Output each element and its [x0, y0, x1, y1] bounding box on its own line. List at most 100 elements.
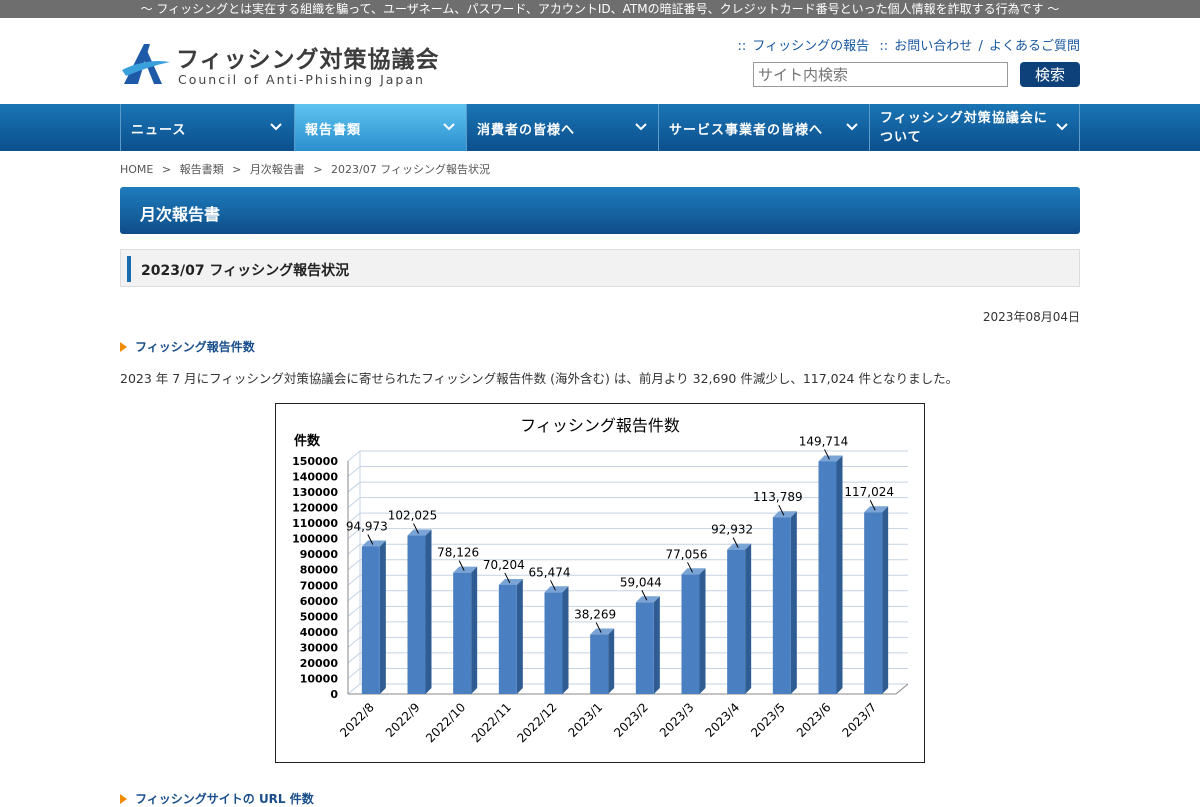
data-label: 94,973	[346, 519, 388, 533]
breadcrumb-reports[interactable]: 報告書類	[180, 163, 224, 176]
section-heading-urls: フィッシングサイトの URL 件数	[120, 790, 314, 807]
bar	[727, 549, 746, 694]
nav-about[interactable]: フィッシング対策協議会について	[869, 104, 1079, 151]
bar-side	[608, 628, 615, 694]
section-title: フィッシング報告件数	[135, 340, 255, 354]
article-heading: 2023/07 フィッシング報告状況	[120, 249, 1080, 287]
bar-side	[516, 578, 523, 694]
nav-reports[interactable]: 報告書類	[294, 104, 466, 151]
breadcrumb: HOME > 報告書類 > 月次報告書 > 2023/07 フィッシング報告状況	[120, 161, 490, 177]
data-label: 78,126	[437, 546, 479, 560]
data-label: 117,024	[844, 485, 894, 499]
section-heading-reports: フィッシング報告件数	[120, 338, 255, 355]
bar-side	[699, 568, 706, 694]
triangle-bullet-icon	[120, 794, 127, 804]
y-tick-label: 0	[330, 688, 338, 701]
header-links: :: フィッシングの報告 :: お問い合わせ / よくあるご質問	[735, 35, 1080, 54]
faq-link[interactable]: よくあるご質問	[989, 39, 1080, 54]
site-logo[interactable]: フィッシング対策協議会 Council of Anti-Phishing Jap…	[120, 40, 439, 90]
bar	[498, 584, 517, 694]
y-tick-label: 30000	[300, 641, 339, 654]
gridline-side	[347, 605, 361, 617]
nav-news[interactable]: ニュース	[120, 104, 293, 151]
heading-accent-bar	[127, 256, 131, 282]
y-tick-label: 110000	[292, 517, 338, 530]
report-link[interactable]: フィッシングの報告	[752, 39, 869, 54]
bar	[407, 535, 426, 694]
y-tick-label: 70000	[300, 579, 339, 592]
y-tick-label: 140000	[292, 471, 338, 484]
search-button[interactable]: 検索	[1020, 62, 1080, 87]
floor-right-edge	[895, 683, 909, 695]
bar	[361, 546, 380, 694]
nav-label: サービス事業者の皆様へ	[669, 123, 824, 138]
data-label: 113,789	[753, 490, 803, 504]
bar-side	[790, 511, 797, 694]
logo-mark-icon	[122, 44, 170, 84]
y-tick-label: 20000	[300, 657, 339, 670]
chevron-down-icon	[270, 123, 282, 131]
y-tick-label: 40000	[300, 626, 339, 639]
gridline-side	[347, 497, 361, 508]
x-tick-label: 2022/10	[423, 700, 468, 745]
chevron-down-icon	[635, 123, 647, 131]
summary-paragraph: 2023 年 7 月にフィッシング対策協議会に寄せられたフィッシング報告件数 (…	[120, 371, 959, 386]
nav-service-providers[interactable]: サービス事業者の皆様へ	[658, 104, 869, 151]
top-banner: 〜 フィッシングとは実在する組織を騙って、ユーザネーム、パスワード、アカウントI…	[0, 0, 1200, 18]
bar-side	[882, 506, 889, 694]
nav-label: 消費者の皆様へ	[477, 123, 576, 138]
chart-canvas: 0 10000 20000 30000 40000 50000 60000 70000 8000…	[292, 416, 909, 745]
gridline-side	[347, 683, 361, 695]
article-title: 2023/07 フィッシング報告状況	[141, 263, 350, 279]
x-tick-label: 2022/9	[383, 700, 423, 740]
chart-title: フィッシング報告件数	[520, 416, 680, 435]
site-header: フィッシング対策協議会 Council of Anti-Phishing Jap…	[0, 18, 1200, 104]
gridline-side	[347, 574, 361, 586]
y-tick-label: 130000	[292, 486, 338, 499]
breadcrumb-monthly[interactable]: 月次報告書	[250, 163, 305, 176]
link-separator: /	[978, 39, 983, 54]
x-tick-label: 2022/12	[514, 700, 559, 745]
link-marker: ::	[737, 39, 747, 54]
y-tick-label: 90000	[300, 548, 339, 561]
page-title-band: 月次報告書	[120, 187, 1080, 234]
nav-label: 報告書類	[305, 123, 362, 138]
bar-side	[471, 566, 478, 694]
data-label: 149,714	[799, 434, 849, 448]
bar-side	[836, 455, 843, 694]
x-tick-label: 2023/4	[703, 700, 743, 740]
logo-title: フィッシング対策協議会	[176, 47, 440, 73]
x-tick-label: 2023/6	[794, 700, 834, 740]
breadcrumb-separator: >	[161, 163, 172, 176]
x-tick-label: 2022/11	[469, 700, 514, 745]
bar	[864, 512, 883, 694]
contact-link[interactable]: お問い合わせ	[894, 39, 972, 54]
bar	[818, 461, 837, 694]
data-label: 59,044	[620, 575, 662, 589]
gridline-side	[347, 450, 361, 462]
link-marker: ::	[879, 39, 889, 54]
nav-label: フィッシング対策協議会について	[880, 111, 1048, 145]
report-count-chart: 0 10000 20000 30000 40000 50000 60000 70000 8000…	[275, 403, 925, 763]
triangle-bullet-icon	[120, 342, 127, 352]
x-tick-label: 2023/7	[840, 700, 880, 740]
data-label: 77,056	[666, 547, 708, 561]
logo-subtitle: Council of Anti-Phishing Japan	[178, 72, 425, 87]
breadcrumb-home[interactable]: HOME	[120, 163, 153, 176]
bar	[453, 572, 472, 694]
y-tick-label: 120000	[292, 502, 338, 515]
nav-consumers[interactable]: 消費者の皆様へ	[466, 104, 658, 151]
gridline-side	[347, 652, 361, 664]
y-tick-label: 80000	[300, 564, 339, 577]
data-label: 38,269	[574, 608, 616, 622]
chevron-down-icon	[443, 123, 455, 131]
bar-side	[653, 596, 660, 694]
x-tick-label: 2023/5	[748, 700, 788, 740]
bar	[681, 574, 700, 694]
main-nav: ニュース 報告書類 消費者の皆様へ サービス事業者の皆様へ フィッシング対策協議…	[0, 104, 1200, 151]
gridline-side	[347, 543, 361, 555]
bar	[772, 517, 791, 694]
chevron-down-icon	[846, 123, 858, 131]
breadcrumb-current: 2023/07 フィッシング報告状況	[331, 163, 491, 176]
search-input[interactable]	[753, 62, 1008, 87]
